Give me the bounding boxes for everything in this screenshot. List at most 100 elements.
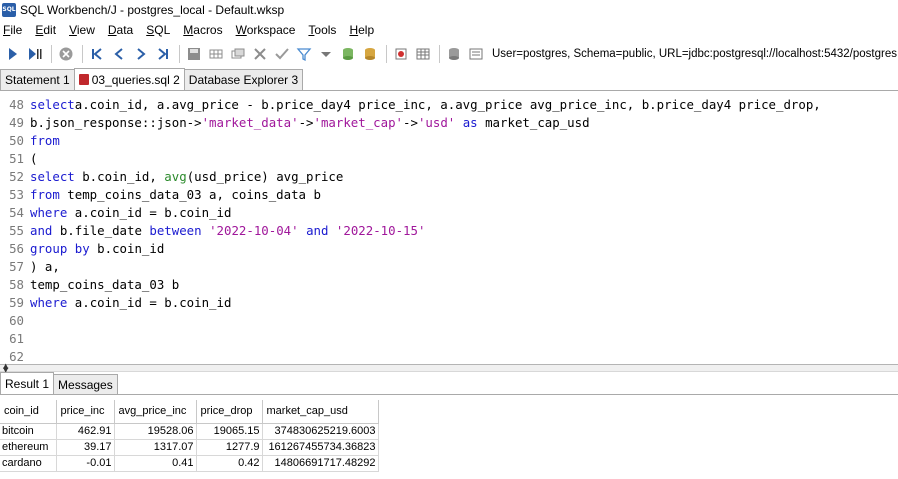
code-line[interactable]: 51 (	[0, 150, 898, 168]
cell-market-cap-usd[interactable]: 374830625219.6003	[262, 423, 379, 440]
column-header-price-inc[interactable]: price_inc	[56, 400, 115, 424]
bug-icon[interactable]	[391, 44, 411, 64]
cell-market-cap-usd[interactable]: 161267455734.36823	[262, 439, 379, 456]
previous-icon[interactable]	[109, 44, 129, 64]
menu-view[interactable]: View	[69, 23, 95, 37]
cell-coin-id[interactable]: ethereum	[0, 439, 57, 456]
code-line[interactable]: 55 and b.file_date between '2022-10-04' a…	[0, 222, 898, 240]
code-line[interactable]: 52 select b.coin_id, avg(usd_price) avg_p…	[0, 168, 898, 186]
cell-market-cap-usd[interactable]: 14806691717.48292	[262, 455, 379, 472]
table-row[interactable]: bitcoin 462.91 19528.06 19065.15 37483062521…	[0, 423, 379, 440]
filter-dropdown-icon[interactable]	[316, 44, 336, 64]
toolbar: User=postgres, Schema=public, URL=jdbc:p…	[0, 41, 898, 67]
code-line[interactable]: 49 b.json_response::json->'market_data'->…	[0, 114, 898, 132]
window-title: SQL Workbench/J - postgres_local - Defau…	[20, 3, 285, 17]
code-text: select b.coin_id, avg(usd_price) avg_pri…	[30, 169, 344, 184]
code-line[interactable]: 53 from temp_coins_data_03 a, coins_data …	[0, 186, 898, 204]
code-line[interactable]: 57) a,	[0, 258, 898, 276]
cell-price-drop[interactable]: 19065.15	[196, 423, 263, 440]
column-header-coin-id[interactable]: coin_id	[0, 400, 57, 424]
execute-icon[interactable]	[3, 44, 23, 64]
result-tab-messages[interactable]: Messages	[53, 374, 118, 394]
insert-row-icon[interactable]	[206, 44, 226, 64]
menu-tools[interactable]: Tools	[308, 23, 336, 37]
column-header-price-drop[interactable]: price_drop	[196, 400, 263, 424]
code-line[interactable]: 62	[0, 348, 898, 364]
rollback-icon[interactable]	[360, 44, 380, 64]
cell-avg-price-inc[interactable]: 1317.07	[114, 439, 197, 456]
toolbar-separator	[439, 45, 440, 63]
code-text: temp_coins_data_03 b	[30, 277, 180, 292]
menu-sql[interactable]: SQL	[146, 23, 170, 37]
cell-price-inc[interactable]: 462.91	[56, 423, 115, 440]
copy-row-icon[interactable]	[228, 44, 248, 64]
column-header-market-cap-usd[interactable]: market_cap_usd	[262, 400, 379, 424]
result-grid[interactable]: coin_id price_inc avg_price_inc price_drop m…	[0, 400, 379, 472]
cell-price-inc[interactable]: 39.17	[56, 439, 115, 456]
tab-1[interactable]: Statement 1	[0, 69, 75, 90]
table-row[interactable]: cardano -0.01 0.41 0.42 14806691717.48292	[0, 455, 379, 472]
options-icon[interactable]	[466, 44, 486, 64]
save-icon[interactable]	[184, 44, 204, 64]
code-line[interactable]: 54 where a.coin_id = b.coin_id	[0, 204, 898, 222]
menu-file[interactable]: File	[3, 23, 22, 37]
menu-help[interactable]: Help	[349, 23, 374, 37]
code-text: from	[30, 133, 60, 148]
splitter-arrows-icon[interactable]: ▲ ▼	[3, 363, 8, 374]
menu-edit[interactable]: Edit	[35, 23, 56, 37]
cell-price-drop[interactable]: 0.42	[196, 455, 263, 472]
code-line[interactable]: 61	[0, 330, 898, 348]
table-row[interactable]: ethereum 39.17 1317.07 1277.9 161267455734.3…	[0, 439, 379, 456]
line-number: 56	[9, 241, 24, 256]
code-text: ) a,	[30, 259, 60, 274]
cell-avg-price-inc[interactable]: 0.41	[114, 455, 197, 472]
code-line[interactable]: 56 group by b.coin_id	[0, 240, 898, 258]
cell-coin-id[interactable]: cardano	[0, 455, 57, 472]
menu-workspace[interactable]: Workspace	[236, 23, 296, 37]
db-explorer-icon[interactable]	[444, 44, 464, 64]
toolbar-separator	[386, 45, 387, 63]
toolbar-separator	[179, 45, 180, 63]
cell-coin-id[interactable]: bitcoin	[0, 423, 57, 440]
delete-row-icon[interactable]	[250, 44, 270, 64]
table-icon[interactable]	[413, 44, 433, 64]
tab-3[interactable]: Database Explorer 3	[183, 69, 304, 90]
commit-icon[interactable]	[272, 44, 292, 64]
toolbar-separator	[51, 45, 52, 63]
column-header-avg-price-inc[interactable]: avg_price_inc	[114, 400, 197, 424]
grid-header-row: coin_id price_inc avg_price_inc price_drop m…	[0, 400, 379, 424]
splitter[interactable]: ▲ ▼	[0, 363, 898, 374]
line-number: 53	[9, 187, 24, 202]
stop-icon[interactable]	[56, 44, 76, 64]
code-line[interactable]: 58 temp_coins_data_03 b	[0, 276, 898, 294]
code-line[interactable]: 50 from	[0, 132, 898, 150]
next-icon[interactable]	[131, 44, 151, 64]
first-icon[interactable]	[87, 44, 107, 64]
last-icon[interactable]	[153, 44, 173, 64]
code-line[interactable]: 60	[0, 312, 898, 330]
filter-icon[interactable]	[294, 44, 314, 64]
cell-price-inc[interactable]: -0.01	[56, 455, 115, 472]
code-text: where a.coin_id = b.coin_id	[30, 295, 232, 310]
line-number: 58	[9, 277, 24, 292]
sql-editor[interactable]: 48 selecta.coin_id, a.avg_price - b.price…	[0, 96, 898, 364]
code-line[interactable]: 48 selecta.coin_id, a.avg_price - b.price…	[0, 96, 898, 114]
line-number: 61	[9, 331, 24, 346]
code-text: (	[30, 151, 38, 166]
result-tab-result-1[interactable]: Result 1	[0, 372, 55, 394]
database-commit-icon[interactable]	[338, 44, 358, 64]
line-number: 49	[9, 115, 24, 130]
line-number: 55	[9, 223, 24, 238]
menu-macros[interactable]: Macros	[183, 23, 222, 37]
tab-2[interactable]: 03_queries.sql 2	[73, 68, 185, 90]
menu-data[interactable]: Data	[108, 23, 133, 37]
cell-price-drop[interactable]: 1277.9	[196, 439, 263, 456]
code-text: selecta.coin_id, a.avg_price - b.price_d…	[30, 97, 821, 112]
execute-current-icon[interactable]	[25, 44, 45, 64]
cell-avg-price-inc[interactable]: 19528.06	[114, 423, 197, 440]
code-line[interactable]: 59 where a.coin_id = b.coin_id	[0, 294, 898, 312]
code-text: where a.coin_id = b.coin_id	[30, 205, 232, 220]
editor-tabs: Statement 1 03_queries.sql 2 Database Expl…	[0, 68, 898, 91]
result-tabs: Result 1 Messages	[0, 372, 898, 395]
title-bar: SQL SQL Workbench/J - postgres_local - D…	[0, 0, 898, 20]
